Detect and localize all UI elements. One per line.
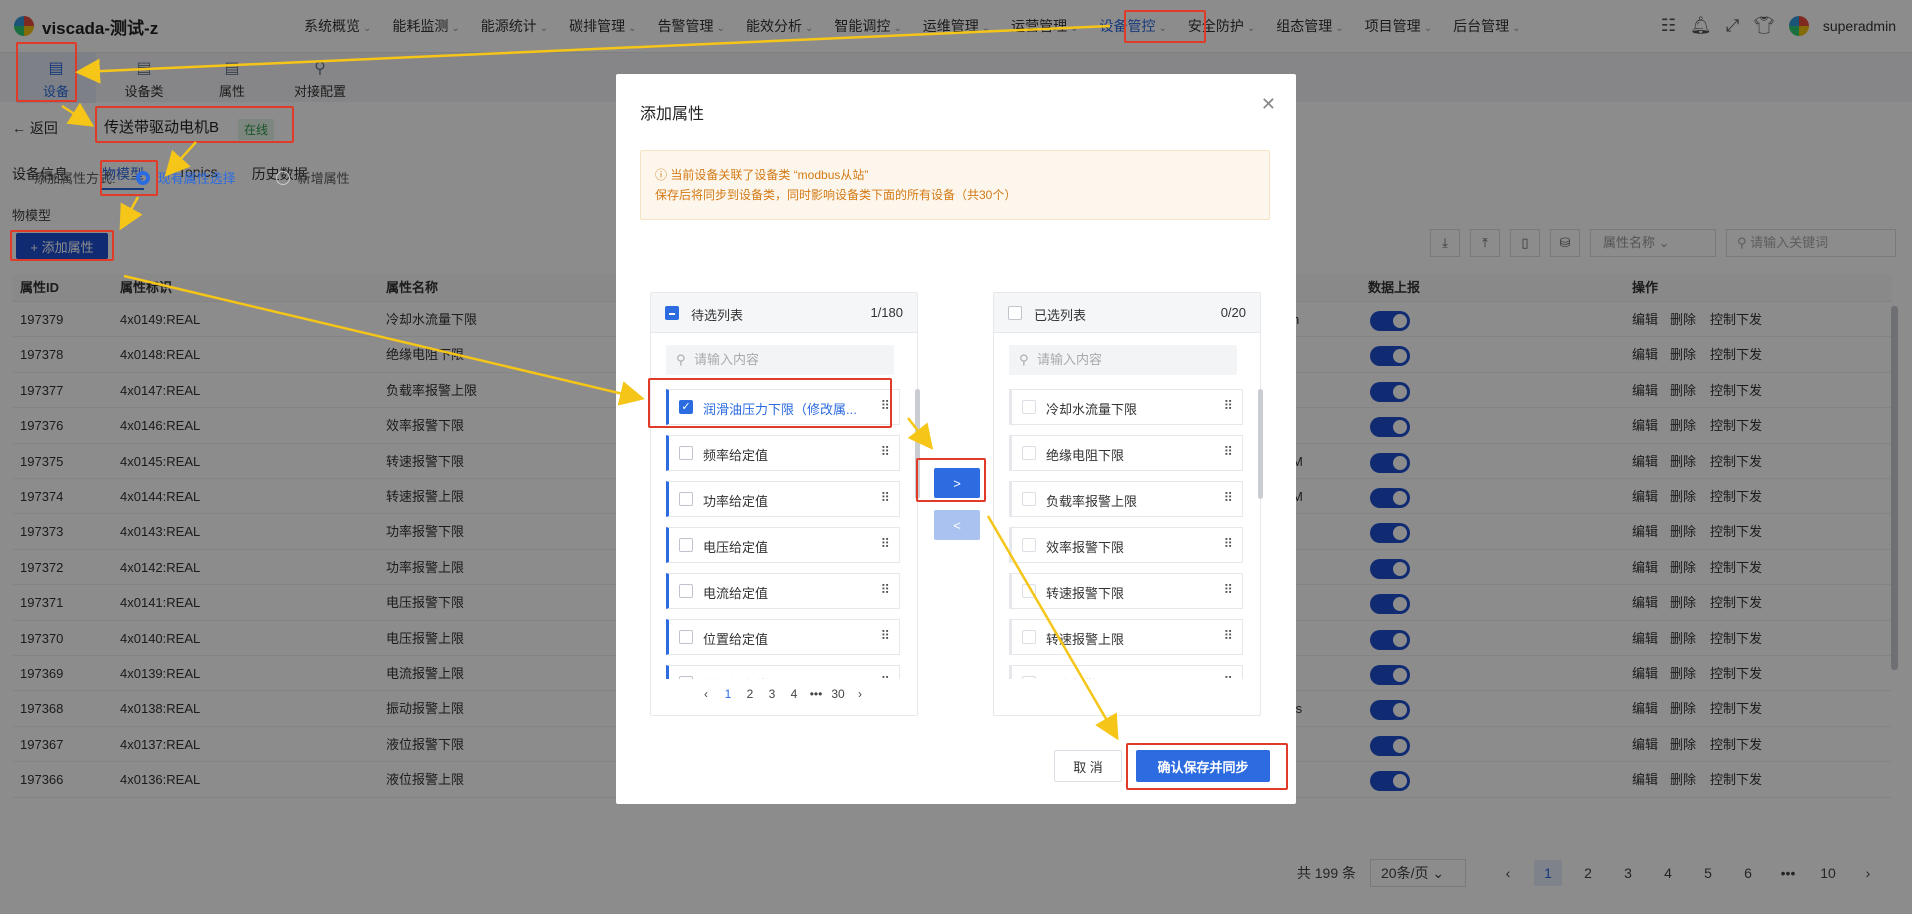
annotation-arrows [61, 24, 1119, 741]
arrow-to-move-button [907, 417, 934, 450]
arrow-to-thing-model [164, 141, 197, 177]
arrow-to-device-name [61, 102, 95, 127]
arrow-to-device-tab [75, 24, 1111, 84]
arrow-to-confirm [986, 515, 1119, 741]
arrow-to-selected-item [123, 274, 645, 406]
arrow-to-add-button [119, 196, 143, 231]
